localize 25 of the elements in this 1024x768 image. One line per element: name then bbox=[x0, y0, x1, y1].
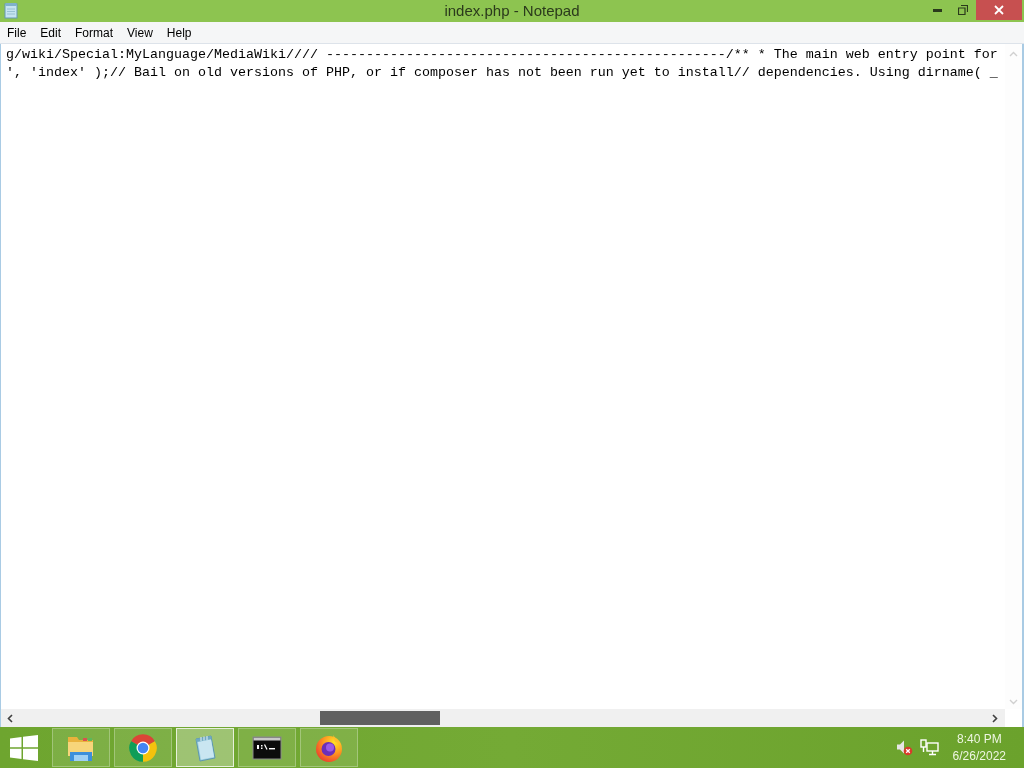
menu-item[interactable]: Help bbox=[159, 23, 199, 42]
menu-item[interactable]: Format bbox=[68, 23, 121, 42]
text-line: ', 'index' );// Bail on old versions of PHP, or if composer has not been run yet to install// dependencies. Using dirname( _ bbox=[6, 64, 998, 82]
menu-item[interactable]: File bbox=[0, 23, 34, 42]
menu-item[interactable]: Edit bbox=[33, 23, 69, 42]
close-icon bbox=[994, 5, 1004, 15]
restore-icon bbox=[958, 5, 968, 15]
notepad-icon bbox=[4, 2, 18, 19]
menu-item[interactable]: View bbox=[120, 23, 160, 42]
muted-speaker-icon[interactable] bbox=[895, 739, 913, 756]
close-button[interactable] bbox=[976, 0, 1022, 20]
text-line: g/wiki/Special:MyLanguage/MediaWiki//// --------------------------------------------------/** * The main web entry point for bbox=[6, 46, 998, 64]
chevron-up-icon bbox=[1009, 51, 1018, 57]
chevron-left-icon bbox=[6, 713, 13, 723]
network-icon[interactable] bbox=[919, 739, 939, 756]
windows-logo-icon bbox=[10, 734, 38, 761]
horizontal-scrollbar[interactable] bbox=[1, 709, 1005, 727]
window-title: index.php - Notepad bbox=[444, 1, 580, 21]
taskbar-button[interactable] bbox=[238, 728, 296, 767]
chevron-down-icon bbox=[1009, 699, 1018, 705]
terminal-icon bbox=[252, 734, 282, 761]
chrome-icon bbox=[128, 732, 158, 763]
scrollbar-thumb[interactable] bbox=[320, 711, 440, 725]
chevron-right-icon bbox=[991, 713, 998, 723]
minimize-icon bbox=[932, 8, 942, 12]
